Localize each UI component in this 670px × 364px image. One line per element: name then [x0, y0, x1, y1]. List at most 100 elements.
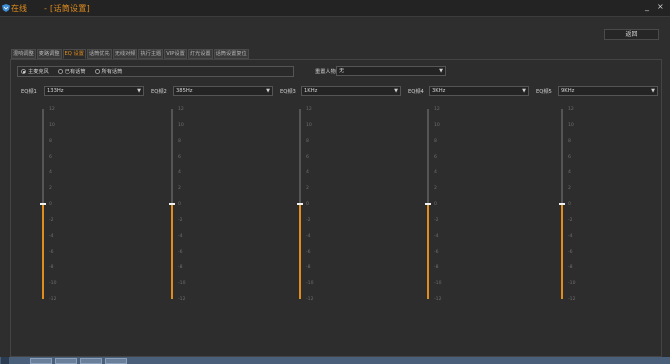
slider-tick-label: 8 — [568, 138, 571, 144]
slider-tick-label: -12 — [178, 297, 186, 302]
radio-indicator[interactable] — [57, 69, 63, 74]
slider-tick-label: -6 — [434, 249, 439, 255]
title-bar: 在线 - [话筒设置] _ × — [0, 0, 670, 17]
radio-all-mics[interactable]: 所有话筒 — [94, 68, 123, 75]
eq-band-4-slider[interactable]: 12 10 8 6 4 2 0 -2 -4 -6 -8 -10 -12 — [416, 107, 446, 302]
eq-band-3-label: EQ频3 — [280, 89, 296, 95]
chevron-down-icon: ▼ — [394, 88, 398, 94]
eq-band-2-label: EQ频2 — [151, 89, 167, 95]
slider-tick-label: -12 — [568, 297, 576, 302]
tab-theme[interactable]: 执行主题 — [138, 49, 164, 59]
slider-tick-label: -8 — [306, 265, 311, 271]
slider-tick-label: 0 — [49, 202, 52, 207]
minimize-button[interactable]: _ — [645, 2, 649, 11]
eq-band-2-freq-select[interactable]: 385Hz ▼ — [173, 86, 273, 96]
tab-wireless-pairing[interactable]: 无线对频 — [112, 49, 138, 59]
connection-status: 在线 — [11, 4, 27, 13]
eq-band-4-label: EQ频4 — [408, 89, 424, 95]
preset-select[interactable]: 无 ▼ — [336, 66, 446, 76]
slider-tick-label: 6 — [178, 154, 181, 160]
slider-fill — [171, 204, 173, 299]
taskbar-item[interactable] — [30, 358, 52, 364]
slider-tick-label: -4 — [434, 233, 439, 239]
chevron-down-icon: ▼ — [651, 88, 655, 94]
eq-band-freq-value: 133Hz — [47, 88, 64, 94]
slider-tick-label: -2 — [178, 217, 183, 223]
eq-band-1-freq-select[interactable]: 133Hz ▼ — [44, 86, 144, 96]
slider-tick-label: 4 — [568, 170, 571, 176]
slider-tick-label: 12 — [434, 107, 440, 112]
slider-thumb[interactable] — [169, 203, 175, 205]
slider-tick-label: -8 — [568, 265, 573, 271]
taskbar-item[interactable] — [55, 358, 77, 364]
slider-tick-label: -10 — [49, 281, 57, 287]
eq-band-1-label: EQ频1 — [21, 89, 37, 95]
slider-tick-label: 6 — [568, 154, 571, 160]
slider-tick-label: -2 — [568, 217, 573, 223]
close-button[interactable]: × — [657, 2, 664, 11]
slider-tick-label: 6 — [434, 154, 437, 160]
slider-tick-label: 12 — [306, 107, 312, 112]
eq-band-4-freq-select[interactable]: 3KHz ▼ — [429, 86, 529, 96]
radio-existing-mic[interactable]: 已有话筒 — [57, 68, 86, 75]
slider-tick-label: 0 — [568, 202, 571, 207]
slider-tick-label: -12 — [49, 297, 57, 302]
tab-lighting[interactable]: 灯光设置 — [187, 49, 213, 59]
eq-band-2-slider[interactable]: 12 10 8 6 4 2 0 -2 -4 -6 -8 -10 -12 — [160, 107, 190, 302]
radio-label: 已有话筒 — [64, 69, 86, 75]
slider-tick-label: 4 — [49, 170, 52, 176]
slider-tick-label: -12 — [306, 297, 314, 302]
preset-value: 无 — [339, 68, 345, 74]
tab-eq-settings[interactable]: EQ 设置 — [62, 49, 86, 59]
preset-label: 重置人物 — [315, 69, 336, 75]
slider-thumb[interactable] — [559, 203, 565, 205]
start-button[interactable] — [1, 357, 9, 364]
slider-tick-label: 4 — [434, 170, 437, 176]
radio-main-mic[interactable]: 主麦克风 — [21, 68, 49, 75]
eq-band-5-slider[interactable]: 12 10 8 6 4 2 0 -2 -4 -6 -8 -10 -12 — [550, 107, 580, 302]
slider-tick-label: 10 — [434, 122, 440, 128]
slider-tick-label: 6 — [306, 154, 309, 160]
slider-tick-label: -4 — [568, 233, 573, 239]
tab-mic-priority[interactable]: 话筒优先 — [86, 49, 112, 59]
eq-band-3-slider[interactable]: 12 10 8 6 4 2 0 -2 -4 -6 -8 -10 -12 — [288, 107, 318, 302]
slider-thumb[interactable] — [425, 203, 431, 205]
slider-tick-label: 2 — [49, 186, 52, 192]
slider-thumb[interactable] — [297, 203, 303, 205]
slider-tick-label: 8 — [434, 138, 437, 144]
eq-band-3-freq-select[interactable]: 1KHz ▼ — [301, 86, 401, 96]
tab-mic-reset[interactable]: 话筒设置复位 — [213, 49, 249, 59]
eq-band-freq-value: 9KHz — [561, 88, 575, 94]
tab-bar: 混响调整 麦路调整 EQ 设置 话筒优先 无线对频 执行主题 VIP设置 灯光设… — [11, 49, 250, 59]
slider-tick-label: -10 — [178, 281, 186, 287]
tab-channel[interactable]: 麦路调整 — [36, 49, 62, 59]
eq-band-5-label: EQ频5 — [536, 89, 552, 95]
tab-vip[interactable]: VIP设置 — [164, 49, 187, 59]
slider-tick-label: -6 — [49, 249, 54, 255]
back-button[interactable]: 返回 — [604, 29, 659, 40]
slider-tick-label: -10 — [568, 281, 576, 287]
taskbar-item[interactable] — [105, 358, 127, 364]
taskbar-item[interactable] — [80, 358, 102, 364]
slider-tick-label: 4 — [306, 170, 309, 176]
slider-thumb[interactable] — [40, 203, 46, 205]
slider-tick-label: 4 — [178, 170, 181, 176]
radio-indicator[interactable] — [21, 69, 26, 74]
chevron-down-icon: ▼ — [137, 88, 141, 94]
slider-tick-label: -12 — [434, 297, 442, 302]
radio-indicator[interactable] — [94, 69, 100, 74]
slider-tick-label: -10 — [306, 281, 314, 287]
mic-mode-group: 主麦克风 已有话筒 所有话筒 — [17, 66, 294, 77]
chevron-down-icon: ▼ — [439, 68, 443, 74]
radio-label: 所有话筒 — [101, 69, 123, 75]
slider-tick-label: -2 — [306, 217, 311, 223]
slider-tick-label: 8 — [306, 138, 309, 144]
chevron-down-icon: ▼ — [266, 88, 270, 94]
slider-tick-label: 12 — [568, 107, 574, 112]
slider-tick-label: -8 — [178, 265, 183, 271]
tab-reverb[interactable]: 混响调整 — [11, 49, 36, 59]
slider-tick-label: 12 — [178, 107, 184, 112]
eq-band-5-freq-select[interactable]: 9KHz ▼ — [558, 86, 658, 96]
slider-tick-label: -8 — [434, 265, 439, 271]
eq-band-1-slider[interactable]: 12 10 8 6 4 2 0 -2 -4 -6 -8 -10 -12 — [31, 107, 61, 302]
